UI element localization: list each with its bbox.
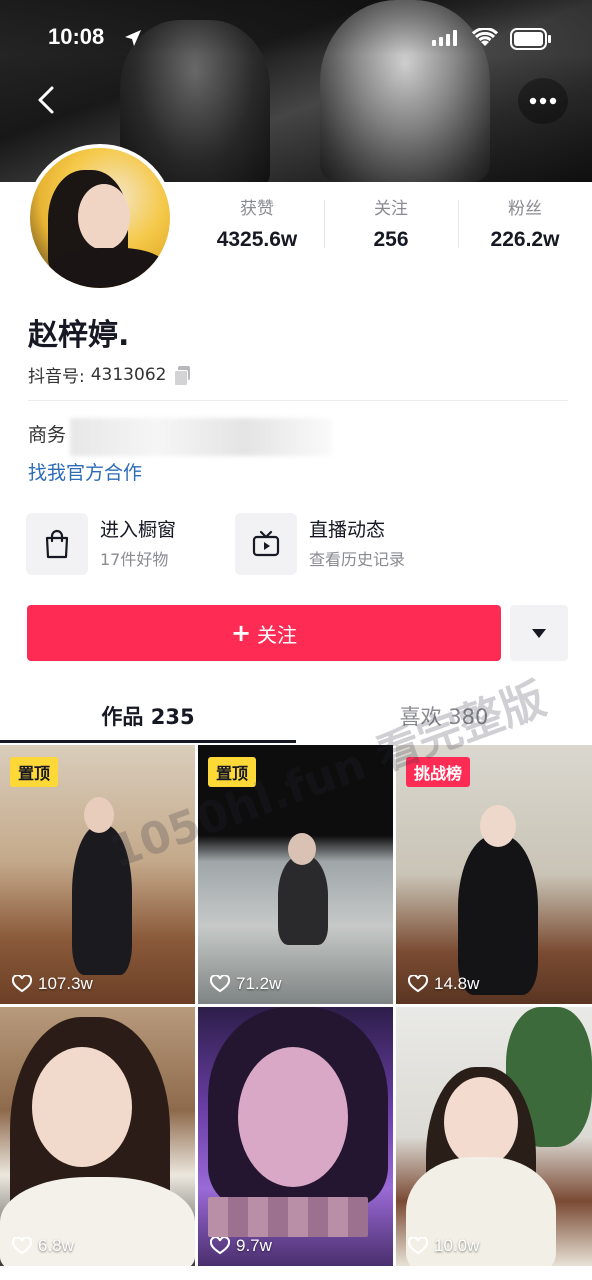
challenge-badge: 挑战榜 (406, 757, 471, 787)
profile-name: 赵梓婷. (28, 318, 130, 353)
stat-followers[interactable]: 粉丝 226.2w (458, 198, 592, 258)
likes-count: 107.3w (12, 974, 93, 994)
back-button[interactable] (30, 80, 66, 120)
video-thumbnail[interactable]: 置顶 71.2w (198, 745, 393, 1004)
plus-icon: + (230, 619, 252, 647)
douyin-id-row: 抖音号: 4313062 (28, 362, 192, 387)
avatar[interactable] (26, 144, 174, 292)
status-time: 10:08 (48, 24, 105, 49)
likes-count: 6.8w (12, 1236, 74, 1256)
recommend-dropdown-button[interactable] (510, 605, 568, 661)
follow-button[interactable]: + 关注 (27, 605, 501, 661)
tv-icon (252, 530, 280, 557)
feature-subtitle: 查看历史记录 (309, 550, 406, 569)
divider (28, 400, 568, 401)
live-activity-entry[interactable]: 直播动态 查看历史记录 (235, 512, 405, 576)
profile-stats: 获赞 4325.6w 关注 256 粉丝 226.2w (190, 198, 592, 258)
blurred-contact (70, 418, 332, 456)
likes-count: 14.8w (408, 974, 479, 994)
tab-underline (0, 740, 296, 743)
feature-entries: 进入橱窗 17件好物 直播动态 查看历史记录 (26, 512, 566, 576)
pinned-badge: 置顶 (208, 757, 257, 787)
chevron-left-icon (38, 86, 54, 114)
douyin-id-value: 4313062 (90, 364, 167, 385)
more-dots-icon (529, 97, 557, 105)
more-options-button[interactable] (518, 78, 568, 124)
shopping-bag-icon (45, 529, 69, 559)
cellular-signal-icon (432, 30, 457, 46)
stat-label: 关注 (374, 199, 408, 219)
heart-icon (210, 975, 230, 993)
official-cooperation-link[interactable]: 找我官方合作 (28, 458, 142, 485)
video-thumbnail[interactable]: 置顶 107.3w (0, 745, 195, 1004)
shop-window-entry[interactable]: 进入橱窗 17件好物 (26, 512, 176, 576)
tab-likes[interactable]: 喜欢 380 (296, 690, 592, 742)
heart-icon (408, 975, 428, 993)
feature-title: 进入橱窗 (100, 519, 177, 541)
caret-down-icon (532, 629, 546, 638)
stat-following[interactable]: 关注 256 (324, 198, 458, 258)
feature-subtitle: 17件好物 (100, 550, 169, 569)
stat-label: 粉丝 (508, 199, 542, 219)
likes-count: 9.7w (210, 1236, 272, 1256)
heart-icon (12, 1237, 32, 1255)
likes-count: 10.0w (408, 1236, 479, 1256)
content-tabs: 作品 235 喜欢 380 (0, 690, 592, 743)
likes-count: 71.2w (210, 974, 281, 994)
battery-icon (510, 28, 551, 50)
video-thumbnail[interactable]: 6.8w (0, 1007, 195, 1266)
heart-icon (210, 1237, 230, 1255)
wifi-icon (472, 28, 498, 46)
heart-icon (12, 975, 32, 993)
stat-value: 226.2w (490, 228, 560, 251)
pinned-badge: 置顶 (10, 757, 59, 787)
follow-row: + 关注 (27, 605, 568, 661)
video-thumbnail[interactable]: 10.0w (396, 1007, 592, 1266)
tab-works[interactable]: 作品 235 (0, 690, 296, 742)
location-arrow-icon (125, 30, 141, 46)
stat-value: 256 (373, 228, 409, 251)
video-thumbnail[interactable]: 9.7w (198, 1007, 393, 1266)
follow-label: 关注 (257, 622, 298, 647)
feature-title: 直播动态 (309, 519, 386, 541)
douyin-id-label: 抖音号: (28, 367, 85, 387)
stat-value: 4325.6w (216, 228, 298, 251)
heart-icon (408, 1237, 428, 1255)
copy-icon[interactable] (174, 365, 192, 386)
video-thumbnail[interactable]: 挑战榜 14.8w (396, 745, 592, 1004)
business-info: 商务 (28, 424, 67, 446)
stat-likes[interactable]: 获赞 4325.6w (190, 198, 324, 258)
status-bar: 10:08 (0, 20, 592, 60)
stat-label: 获赞 (240, 199, 274, 219)
